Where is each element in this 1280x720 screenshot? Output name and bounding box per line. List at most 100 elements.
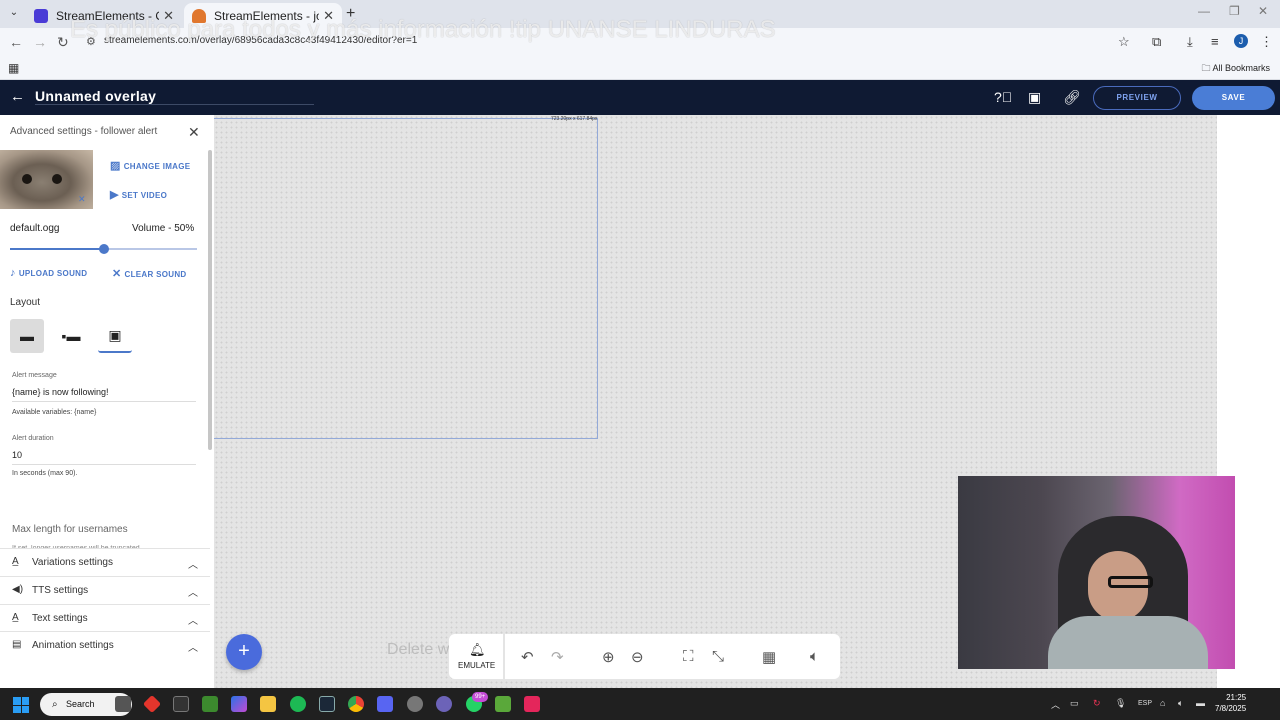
extensions-icon[interactable]: ⧉: [1152, 34, 1161, 50]
alert-duration-input[interactable]: 10: [12, 450, 196, 465]
network-icon[interactable]: ⌂: [1160, 698, 1165, 708]
chevron-up-icon: ︿: [188, 560, 198, 571]
reload-icon[interactable]: ↻: [57, 34, 69, 51]
change-image-label: CHANGE IMAGE: [123, 162, 191, 171]
taskbar-clock[interactable]: 21:25 7/8/2025: [1215, 692, 1246, 714]
windows-start-icon[interactable]: [13, 697, 29, 713]
fit-screen-icon[interactable]: ⛶: [683, 648, 694, 665]
tray-sync-icon[interactable]: ↻: [1093, 698, 1101, 709]
app-purple-icon[interactable]: [436, 696, 452, 712]
shrink-icon[interactable]: ⤡: [712, 648, 724, 665]
link-icon[interactable]: 🔗︎: [1063, 89, 1081, 106]
change-image-button[interactable]: ▨ CHANGE IMAGE: [110, 159, 190, 172]
profile-avatar[interactable]: J: [1234, 34, 1248, 48]
clock-date: 7/8/2025: [1215, 704, 1247, 713]
stream-overlay-text: Es público para todos y más información …: [70, 16, 776, 43]
text-settings-section[interactable]: A̲ Text settings ︿: [0, 604, 210, 632]
forward-icon[interactable]: →: [33, 34, 47, 50]
app-dark-icon[interactable]: [173, 696, 189, 712]
layout-heading: Layout: [10, 297, 41, 308]
max-length-input[interactable]: Max length for usernames: [12, 524, 128, 535]
apps-grid-icon[interactable]: ▦: [8, 61, 19, 75]
steam-icon[interactable]: [319, 696, 335, 712]
alert-widget-bounds[interactable]: [214, 118, 598, 439]
bookmark-star-icon[interactable]: ☆: [1118, 34, 1130, 50]
bookmarks-bar: ▦ 🗀 All Bookmarks: [0, 56, 1280, 80]
media-icon[interactable]: ≡: [1211, 34, 1219, 49]
volume-icon[interactable]: 🔈︎: [810, 648, 819, 665]
task-view-icon[interactable]: [115, 696, 131, 712]
app-red-icon[interactable]: [142, 694, 162, 714]
chrome-icon[interactable]: [348, 696, 364, 712]
clear-sound-button[interactable]: ✕ CLEAR SOUND: [112, 267, 187, 280]
close-panel-icon[interactable]: ✕: [188, 124, 200, 141]
delete-watermark-text: Delete w: [387, 641, 450, 658]
all-bookmarks-label: All Bookmarks: [1212, 63, 1270, 73]
help-icon[interactable]: ?⃝: [994, 89, 1012, 105]
language-indicator[interactable]: ESP: [1138, 700, 1152, 707]
notification-badge: 99+: [472, 692, 489, 702]
all-bookmarks[interactable]: 🗀 All Bookmarks: [1201, 61, 1270, 77]
remove-image-icon[interactable]: ✕: [78, 194, 86, 205]
layout-image-top-button[interactable]: ▣: [98, 319, 132, 353]
preview-button[interactable]: PREVIEW: [1093, 86, 1181, 110]
back-arrow-icon[interactable]: ←: [10, 88, 25, 105]
section-label: Animation settings: [32, 640, 114, 651]
clear-sound-label: CLEAR SOUND: [124, 270, 187, 279]
set-video-label: SET VIDEO: [121, 191, 168, 200]
menu-icon[interactable]: ⋮: [1260, 34, 1273, 50]
chevron-up-icon: ︿: [188, 643, 198, 654]
spotify-icon[interactable]: [290, 696, 306, 712]
grid-icon[interactable]: ▦: [762, 648, 776, 666]
cat-eye: [52, 174, 62, 184]
file-explorer-icon[interactable]: [260, 696, 276, 712]
layout-image-left-button[interactable]: ▪▬: [54, 319, 88, 353]
copilot-icon[interactable]: [231, 696, 247, 712]
alert-message-label: Alert message: [12, 372, 57, 379]
tts-settings-section[interactable]: ◀) TTS settings ︿: [0, 576, 210, 604]
folder-icon: 🗀: [1201, 63, 1213, 73]
set-video-button[interactable]: ▶ SET VIDEO: [110, 188, 167, 201]
obs-icon[interactable]: [407, 696, 423, 712]
tab-search-button[interactable]: ⌄: [6, 5, 22, 21]
alert-image-thumbnail: ✕: [0, 150, 93, 209]
screen: ⌄ StreamElements - Overlays ✕ StreamElem…: [0, 0, 1280, 720]
title-underline: [35, 104, 314, 105]
discord-icon[interactable]: [377, 696, 393, 712]
layout-image-above-button[interactable]: ▬: [10, 319, 44, 353]
alert-message-input[interactable]: {name} is now following!: [12, 387, 196, 402]
microphone-icon[interactable]: 🎙︎: [1115, 698, 1126, 709]
panel-scrollbar[interactable]: [208, 150, 212, 450]
upload-sound-button[interactable]: ♪ UPLOAD SOUND: [10, 267, 87, 279]
minecraft-icon[interactable]: [202, 696, 218, 712]
back-icon[interactable]: ←: [9, 34, 23, 50]
redo-icon[interactable]: ↷: [551, 648, 564, 666]
tray-icon[interactable]: ▭: [1070, 698, 1079, 709]
save-button[interactable]: SAVE: [1192, 86, 1275, 110]
section-label: Variations settings: [32, 557, 113, 568]
maximize-icon[interactable]: ❐: [1229, 4, 1240, 18]
volume-tray-icon[interactable]: 🔈︎: [1178, 698, 1183, 709]
editor-header: ← Unnamed overlay ?⃝ ▣ 🔗︎: [0, 80, 1280, 115]
downloads-icon[interactable]: ⤓: [1187, 34, 1193, 50]
zoom-out-icon[interactable]: ⊖: [631, 648, 644, 666]
undo-icon[interactable]: ↶: [521, 648, 534, 666]
search-label: Search: [66, 699, 95, 709]
minimize-icon[interactable]: —: [1198, 4, 1210, 18]
search-icon: ⌕: [52, 699, 58, 710]
zoom-in-icon[interactable]: ⊕: [602, 648, 615, 666]
add-widget-button[interactable]: +: [226, 634, 262, 670]
overlay-title[interactable]: Unnamed overlay: [35, 88, 156, 104]
animation-settings-section[interactable]: ▤ Animation settings ︿: [0, 631, 210, 656]
app-green-block-icon[interactable]: [495, 696, 511, 712]
tiktok-icon[interactable]: [524, 696, 540, 712]
volume-slider[interactable]: [10, 244, 197, 254]
battery-icon[interactable]: ▬: [1196, 698, 1205, 708]
panel-title: Advanced settings - follower alert: [10, 126, 158, 137]
screen-icon[interactable]: ▣: [1028, 89, 1041, 106]
tray-overflow-icon[interactable]: ︿: [1051, 698, 1060, 711]
emulate-button[interactable]: 🔔︎ EMULATE: [449, 634, 503, 679]
volume-slider-handle[interactable]: [98, 244, 109, 254]
close-window-icon[interactable]: ✕: [1258, 4, 1268, 18]
variations-settings-section[interactable]: A̲ Variations settings ︿: [0, 548, 210, 576]
